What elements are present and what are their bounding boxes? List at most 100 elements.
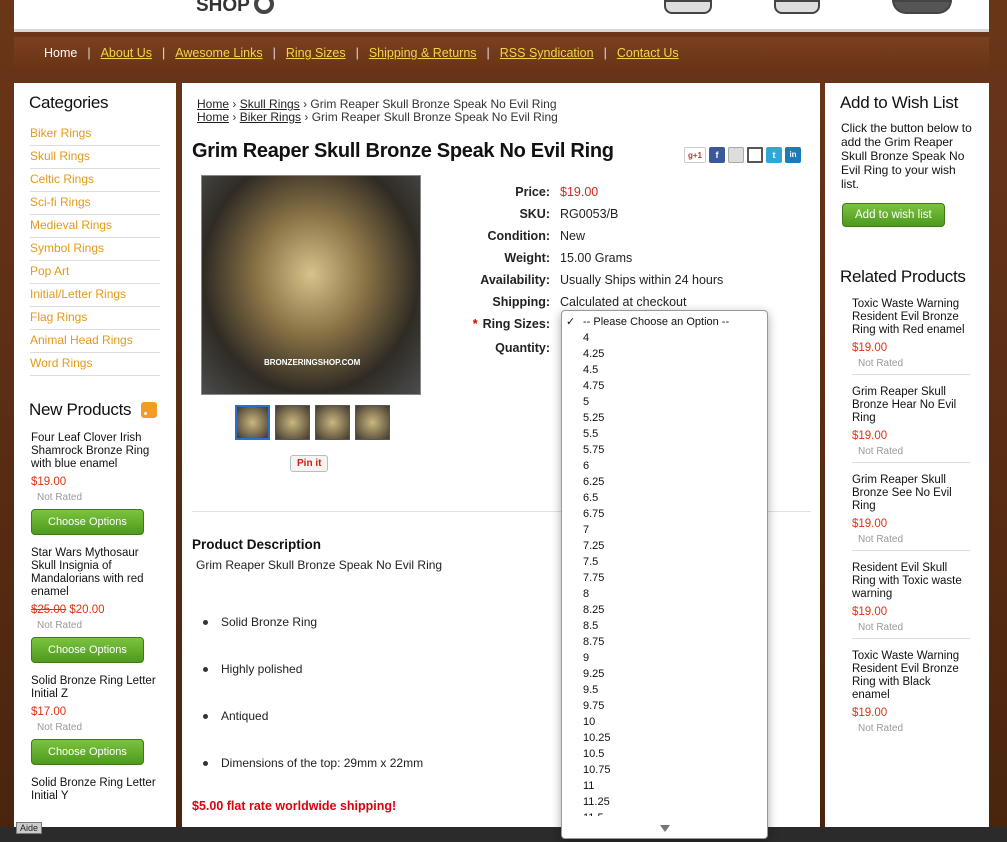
breadcrumb-link[interactable]: Home — [197, 110, 229, 124]
category-item[interactable]: Symbol Rings — [30, 238, 160, 261]
linkedin-icon[interactable]: in — [785, 147, 801, 163]
dropdown-option[interactable]: 10.25 — [562, 730, 767, 746]
pin-it-button[interactable]: Pin it — [290, 455, 329, 472]
dropdown-option[interactable]: 5 — [562, 394, 767, 410]
nav-separator: | — [87, 46, 91, 60]
rating-label: Not Rated — [37, 722, 83, 733]
category-item[interactable]: Biker Rings — [30, 123, 160, 146]
old-price: $25.00 — [31, 604, 67, 616]
dropdown-option[interactable]: 6.5 — [562, 490, 767, 506]
choose-options-button[interactable]: Choose Options — [31, 739, 144, 765]
thumbnail[interactable] — [235, 405, 270, 440]
rating-label: Not Rated — [858, 446, 904, 457]
breadcrumb-current: Grim Reaper Skull Bronze Speak No Evil R… — [310, 97, 557, 111]
category-item[interactable]: Animal Head Rings — [30, 330, 160, 353]
nav-item-shipping[interactable]: Shipping & Returns — [369, 46, 477, 60]
product-name[interactable]: Resident Evil Skull Ring with Toxic wast… — [852, 562, 970, 601]
choose-options-button[interactable]: Choose Options — [31, 509, 144, 535]
rss-icon[interactable] — [141, 402, 158, 418]
email-icon[interactable] — [728, 147, 744, 163]
thumbnail[interactable] — [355, 405, 390, 440]
rating-label: Not Rated — [858, 723, 904, 734]
category-item[interactable]: Word Rings — [30, 353, 160, 376]
category-item[interactable]: Pop Art — [30, 261, 160, 284]
new-product-item: Four Leaf Clover Irish Shamrock Bronze R… — [31, 432, 161, 535]
aide-button[interactable]: Aide — [16, 822, 43, 834]
nav-item-rss[interactable]: RSS Syndication — [500, 46, 594, 60]
dropdown-option[interactable]: 6.25 — [562, 474, 767, 490]
spec-label: Shipping: — [492, 295, 550, 309]
dropdown-option[interactable]: 7.5 — [562, 554, 767, 570]
product-image[interactable]: BRONZERINGSHOP.COM — [201, 175, 421, 395]
dropdown-option[interactable]: 9.5 — [562, 682, 767, 698]
category-item[interactable]: Skull Rings — [30, 146, 160, 169]
category-item[interactable]: Sci-fi Rings — [30, 192, 160, 215]
dropdown-option[interactable]: 8.75 — [562, 634, 767, 650]
product-name[interactable]: Toxic Waste Warning Resident Evil Bronze… — [852, 298, 970, 337]
dropdown-option[interactable]: 4 — [562, 330, 767, 346]
nav-item-home[interactable]: Home — [44, 46, 77, 60]
dropdown-option[interactable]: 5.25 — [562, 410, 767, 426]
dropdown-option[interactable]: 9.75 — [562, 698, 767, 714]
dropdown-option[interactable]: 8 — [562, 586, 767, 602]
breadcrumb-link[interactable]: Skull Rings — [240, 97, 300, 111]
dropdown-option[interactable]: 4.5 — [562, 362, 767, 378]
dropdown-option[interactable]: 10.5 — [562, 746, 767, 762]
new-product-item: Star Wars Mythosaur Skull Insignia of Ma… — [31, 547, 161, 663]
twitter-icon[interactable]: t — [766, 147, 782, 163]
category-item[interactable]: Flag Rings — [30, 307, 160, 330]
dropdown-option-selected[interactable]: ✓ -- Please Choose an Option -- — [562, 314, 767, 330]
dropdown-option[interactable]: 5.5 — [562, 426, 767, 442]
product-name[interactable]: Toxic Waste Warning Resident Evil Bronze… — [852, 650, 970, 702]
category-item[interactable]: Initial/Letter Rings — [30, 284, 160, 307]
related-item: Toxic Waste Warning Resident Evil Bronze… — [852, 298, 970, 375]
print-icon[interactable] — [747, 147, 763, 163]
nav-item-contact[interactable]: Contact Us — [617, 46, 679, 60]
product-price: $25.00 $20.00 — [31, 604, 105, 616]
scroll-down-arrow-icon[interactable] — [660, 825, 670, 832]
product-name[interactable]: Grim Reaper Skull Bronze See No Evil Rin… — [852, 474, 970, 513]
product-name[interactable]: Grim Reaper Skull Bronze Hear No Evil Ri… — [852, 386, 970, 425]
dropdown-option[interactable]: 8.5 — [562, 618, 767, 634]
product-name[interactable]: Solid Bronze Ring Letter Initial Y — [31, 777, 161, 803]
thumbnail[interactable] — [315, 405, 350, 440]
dropdown-option[interactable]: 9.25 — [562, 666, 767, 682]
product-name[interactable]: Four Leaf Clover Irish Shamrock Bronze R… — [31, 432, 161, 471]
facebook-icon[interactable]: f — [709, 147, 725, 163]
nav-item-about[interactable]: About Us — [101, 46, 152, 60]
choose-options-button[interactable]: Choose Options — [31, 637, 144, 663]
dropdown-option[interactable]: 7.25 — [562, 538, 767, 554]
breadcrumb-link[interactable]: Home — [197, 97, 229, 111]
breadcrumb-link[interactable]: Biker Rings — [240, 110, 301, 124]
shipping-value: Calculated at checkout — [560, 295, 687, 309]
google-plus-icon[interactable]: g+1 — [684, 147, 706, 163]
dropdown-option[interactable]: 4.25 — [562, 346, 767, 362]
nav-item-links[interactable]: Awesome Links — [175, 46, 262, 60]
dropdown-option[interactable]: 7 — [562, 522, 767, 538]
nav-item-ring-sizes[interactable]: Ring Sizes — [286, 46, 346, 60]
dropdown-option[interactable]: 6.75 — [562, 506, 767, 522]
thumbnail[interactable] — [275, 405, 310, 440]
dropdown-option[interactable]: 11.25 — [562, 794, 767, 810]
dropdown-option[interactable]: 11 — [562, 778, 767, 794]
dropdown-option[interactable]: 5.75 — [562, 442, 767, 458]
dropdown-option[interactable]: 9 — [562, 650, 767, 666]
dropdown-option[interactable]: 7.75 — [562, 570, 767, 586]
product-name[interactable]: Solid Bronze Ring Letter Initial Z — [31, 675, 161, 701]
site-logo[interactable]: SHOP — [196, 0, 274, 17]
dropdown-option[interactable]: 6 — [562, 458, 767, 474]
shipping-note: $5.00 flat rate worldwide shipping! — [192, 799, 397, 813]
product-name[interactable]: Star Wars Mythosaur Skull Insignia of Ma… — [31, 547, 161, 599]
dropdown-option[interactable]: 10 — [562, 714, 767, 730]
dropdown-option[interactable]: 4.75 — [562, 378, 767, 394]
add-to-wishlist-button[interactable]: Add to wish list — [842, 203, 945, 227]
dropdown-option[interactable]: 8.25 — [562, 602, 767, 618]
product-price: $19.00 — [852, 430, 888, 442]
ring-size-dropdown[interactable]: ✓ -- Please Choose an Option -- 4 4.25 4.5 4… — [561, 310, 768, 839]
dropdown-option[interactable]: 10.75 — [562, 762, 767, 778]
category-item[interactable]: Celtic Rings — [30, 169, 160, 192]
breadcrumb-current: Grim Reaper Skull Bronze Speak No Evil R… — [311, 110, 558, 124]
new-products-header: New Products — [14, 400, 176, 420]
nav-separator: | — [272, 46, 276, 60]
category-item[interactable]: Medieval Rings — [30, 215, 160, 238]
